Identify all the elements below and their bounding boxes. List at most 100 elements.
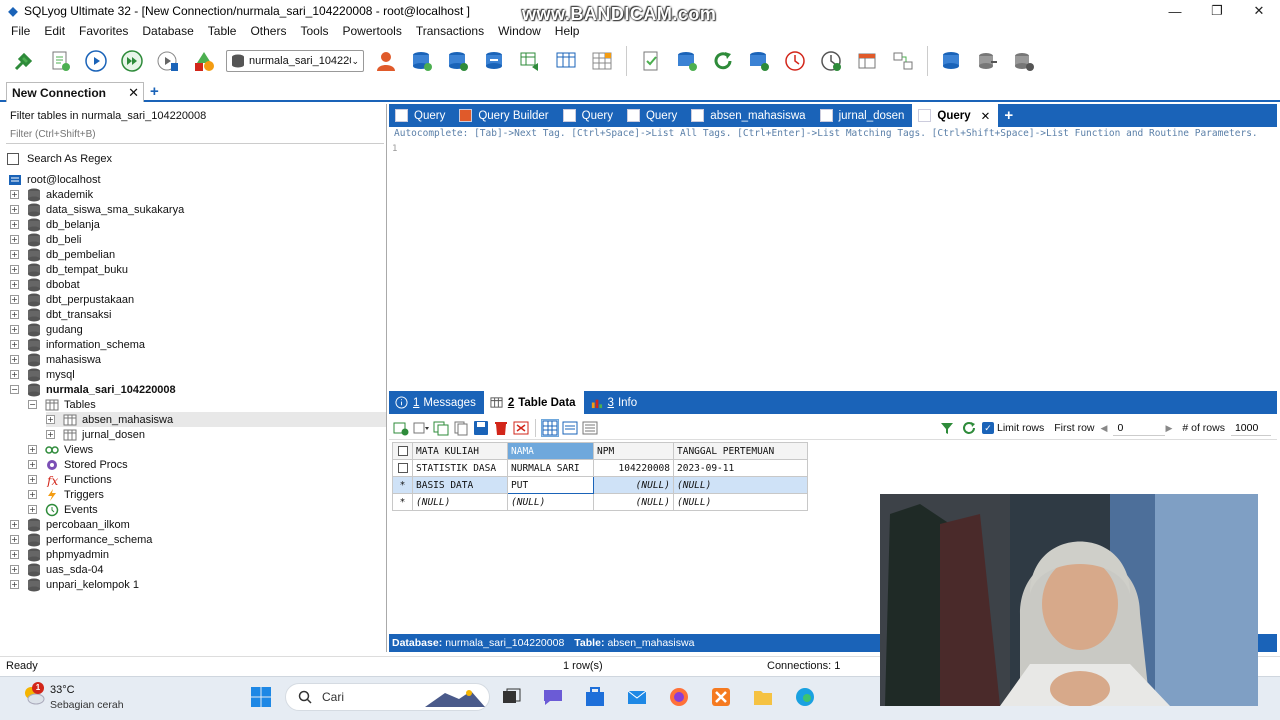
export-database-button[interactable] xyxy=(938,47,966,75)
create-database-button[interactable] xyxy=(408,47,436,75)
tree-item-current-db[interactable]: − nurmala_sari_104220008 xyxy=(10,382,176,397)
expand-icon[interactable]: + xyxy=(10,340,19,349)
tree-item-database[interactable]: + gudang xyxy=(10,322,83,337)
save-changes-button[interactable] xyxy=(472,419,490,437)
schema-designer-button[interactable] xyxy=(190,47,218,75)
duplicate-row-button[interactable] xyxy=(432,419,450,437)
table-row-editing[interactable]: * BASIS DATA PUT (NULL) (NULL) xyxy=(392,476,808,494)
cancel-changes-button[interactable] xyxy=(512,419,530,437)
menu-others[interactable]: Others xyxy=(243,24,293,38)
select-all-checkbox[interactable] xyxy=(392,442,413,460)
maximize-button[interactable]: ❐ xyxy=(1196,0,1238,22)
sql-scheduler-button[interactable] xyxy=(745,47,773,75)
previous-page-icon[interactable]: ◀ xyxy=(1101,423,1108,434)
tree-item-database[interactable]: + akademik xyxy=(10,187,93,202)
xampp-icon[interactable] xyxy=(710,686,732,708)
tree-item-database[interactable]: + phpmyadmin xyxy=(10,547,109,562)
chat-icon[interactable] xyxy=(542,686,564,708)
tree-item-table[interactable]: + absen_mahasiswa xyxy=(46,412,386,427)
expand-icon[interactable]: + xyxy=(28,505,37,514)
expand-icon[interactable]: + xyxy=(10,190,19,199)
tree-item-database[interactable]: + uas_sda-04 xyxy=(10,562,104,577)
tree-item-functions[interactable]: + fx Functions xyxy=(28,472,112,487)
data-sync-button[interactable] xyxy=(588,47,616,75)
expand-icon[interactable]: + xyxy=(10,250,19,259)
tree-item-database[interactable]: + db_belanja xyxy=(10,217,100,232)
tree-item-stored-procs[interactable]: + Stored Procs xyxy=(28,457,128,472)
store-icon[interactable] xyxy=(584,686,606,708)
cell[interactable]: (NULL) xyxy=(593,493,674,511)
tree-item-tables-folder[interactable]: − Tables xyxy=(28,397,96,412)
sql-editor[interactable] xyxy=(389,142,1277,390)
mail-icon[interactable] xyxy=(626,686,648,708)
expand-icon[interactable]: + xyxy=(10,265,19,274)
tree-item-database[interactable]: + percobaan_ilkom xyxy=(10,517,130,532)
taskbar-search[interactable]: Cari xyxy=(285,683,490,711)
file-explorer-icon[interactable] xyxy=(752,686,774,708)
cell[interactable]: (NULL) xyxy=(593,476,674,494)
tab-query-active[interactable]: Query ✕ xyxy=(912,104,999,127)
expand-icon[interactable]: + xyxy=(10,235,19,244)
column-header-selected[interactable]: NAMA xyxy=(507,442,594,460)
expand-icon[interactable]: + xyxy=(10,205,19,214)
column-header[interactable]: MATA KULIAH xyxy=(412,442,508,460)
execute-edit-button[interactable] xyxy=(154,47,182,75)
expand-icon[interactable]: + xyxy=(10,535,19,544)
copy-database-button[interactable] xyxy=(516,47,544,75)
database-select[interactable]: nurmala_sari_1042200 ⌄ xyxy=(226,50,364,72)
next-page-icon[interactable]: ▶ xyxy=(1165,423,1172,434)
new-connection-button[interactable] xyxy=(10,47,38,75)
menu-powertools[interactable]: Powertools xyxy=(335,24,408,38)
task-view-icon[interactable] xyxy=(500,686,522,708)
table-diagnostics-button[interactable] xyxy=(853,47,881,75)
expand-icon[interactable]: + xyxy=(10,220,19,229)
new-query-editor-button[interactable] xyxy=(46,47,74,75)
tab-jurnal-dosen[interactable]: jurnal_dosen xyxy=(814,104,913,127)
windows-start-icon[interactable] xyxy=(250,686,272,708)
minimize-button[interactable]: — xyxy=(1154,0,1196,22)
add-query-tab-button[interactable]: + xyxy=(1004,107,1013,124)
expand-icon[interactable]: + xyxy=(10,580,19,589)
cell[interactable]: BASIS DATA xyxy=(412,476,508,494)
search-regex-checkbox[interactable] xyxy=(7,153,19,165)
tree-item-database[interactable]: + information_schema xyxy=(10,337,145,352)
import-database-button[interactable] xyxy=(974,47,1002,75)
collapse-icon[interactable]: − xyxy=(10,385,19,394)
migrate-database-button[interactable] xyxy=(1010,47,1038,75)
edge-icon[interactable] xyxy=(794,686,816,708)
expand-icon[interactable]: + xyxy=(10,565,19,574)
table-row-new[interactable]: * (NULL) (NULL) (NULL) (NULL) xyxy=(392,493,808,511)
filter-icon[interactable] xyxy=(940,421,954,435)
add-connection-button[interactable]: + xyxy=(150,83,159,100)
close-window-button[interactable]: ✕ xyxy=(1238,0,1280,22)
cell[interactable]: (NULL) xyxy=(412,493,508,511)
query-profiler-button[interactable] xyxy=(781,47,809,75)
expand-icon[interactable]: + xyxy=(10,355,19,364)
scheduled-jobs-button[interactable] xyxy=(637,47,665,75)
tree-item-database[interactable]: + dbt_transaksi xyxy=(10,307,111,322)
expand-icon[interactable]: + xyxy=(28,475,37,484)
tree-item-database[interactable]: + db_tempat_buku xyxy=(10,262,128,277)
expand-icon[interactable]: + xyxy=(10,310,19,319)
limit-rows-checkbox[interactable]: ✓ xyxy=(982,422,994,434)
cell[interactable]: 104220008 xyxy=(593,459,674,477)
menu-window[interactable]: Window xyxy=(491,24,548,38)
import-sql-button[interactable] xyxy=(444,47,472,75)
menu-edit[interactable]: Edit xyxy=(37,24,72,38)
tree-item-database[interactable]: + db_beli xyxy=(10,232,81,247)
filter-tables-input[interactable] xyxy=(6,126,384,144)
menu-help[interactable]: Help xyxy=(548,24,587,38)
firefox-icon[interactable] xyxy=(668,686,690,708)
tree-item-database[interactable]: + mahasiswa xyxy=(10,352,101,367)
menu-tools[interactable]: Tools xyxy=(293,24,335,38)
execute-all-button[interactable] xyxy=(118,47,146,75)
menu-database[interactable]: Database xyxy=(135,24,200,38)
menu-transactions[interactable]: Transactions xyxy=(409,24,491,38)
cell[interactable]: (NULL) xyxy=(673,493,808,511)
refresh-object-button[interactable] xyxy=(673,47,701,75)
close-tab-icon[interactable]: ✕ xyxy=(981,109,991,123)
menu-favorites[interactable]: Favorites xyxy=(72,24,135,38)
tree-item-database[interactable]: + dbobat xyxy=(10,277,80,292)
history-button[interactable] xyxy=(817,47,845,75)
row-checkbox[interactable] xyxy=(392,459,413,477)
